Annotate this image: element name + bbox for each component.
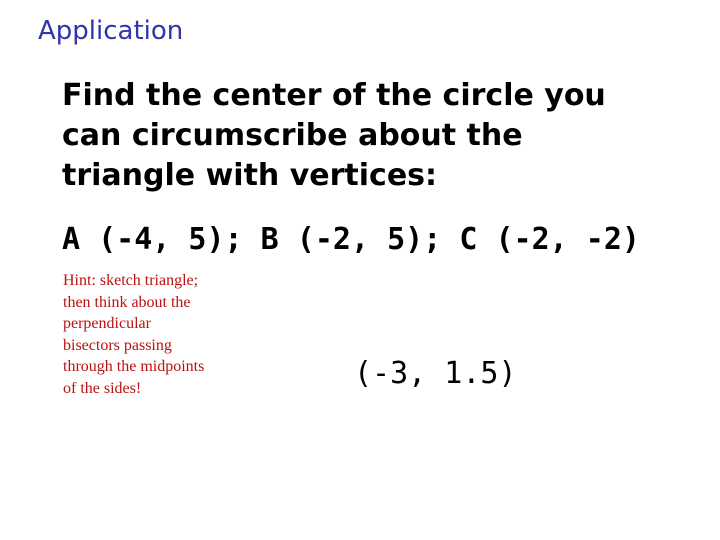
slide-title: Application <box>38 16 184 46</box>
triangle-vertices: A (-4, 5); B (-2, 5); C (-2, -2) <box>62 222 640 257</box>
hint-text: Hint: sketch triangle; then think about … <box>63 270 263 399</box>
answer-text: (-3, 1.5) <box>354 356 517 391</box>
hint-line: Hint: sketch triangle; <box>63 272 199 289</box>
hint-line: then think about the <box>63 293 191 311</box>
hint-line: bisectors passing <box>63 336 172 354</box>
question-text: Find the center of the circle you can ci… <box>62 76 702 196</box>
question-line: Find the center of the circle you <box>62 78 606 113</box>
hint-line: through the midpoints <box>63 358 205 375</box>
hint-line: of the sides! <box>63 379 142 397</box>
question-line: triangle with vertices: <box>62 158 438 193</box>
hint-line: perpendicular <box>63 315 151 332</box>
question-line: can circumscribe about the <box>62 118 523 153</box>
